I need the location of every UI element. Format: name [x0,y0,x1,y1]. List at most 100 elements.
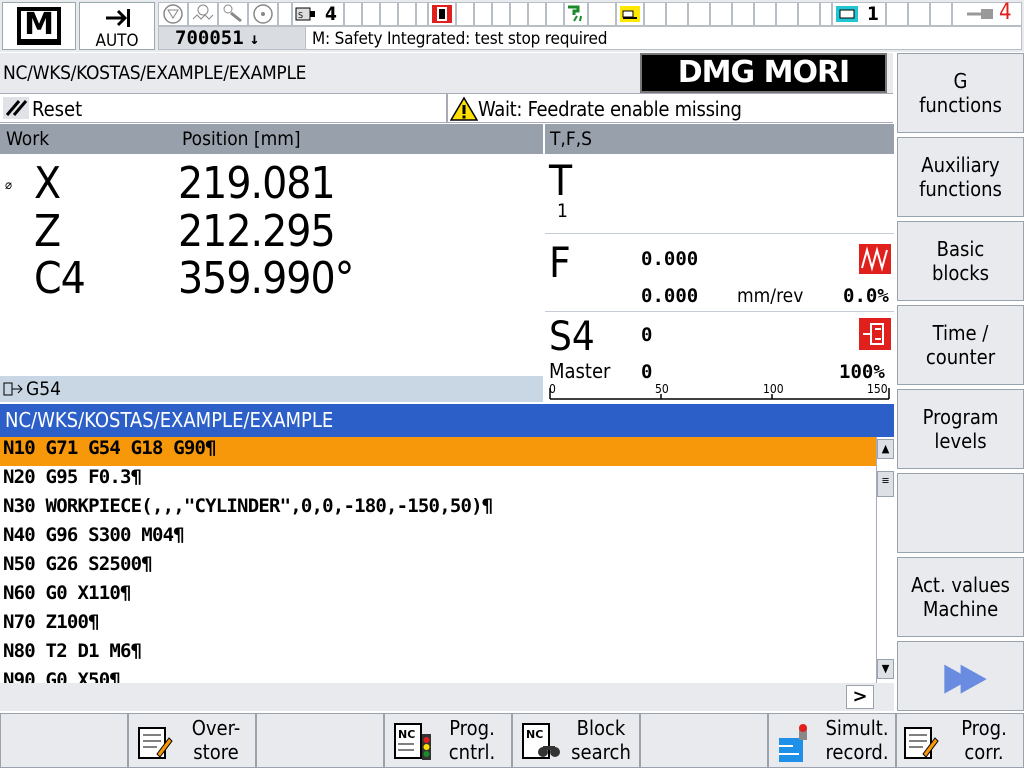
tfs-title: T,F,S [550,128,592,150]
softkey-simult-record[interactable]: Simult. record. [768,713,896,768]
door-alarm-icon [432,5,452,23]
axis-x-value: 219.081 [178,158,336,209]
softkey-overstore[interactable]: Over- store [128,713,256,768]
program-line[interactable]: N70 Z100¶ [0,611,876,640]
program-control-icon: NC [394,723,431,760]
auto-arrow-icon [106,9,130,27]
frame-icon [3,382,23,396]
door-alarm-cell [428,2,456,26]
steering-wheel-icon [253,4,273,24]
feed-icon [192,4,214,20]
softkey-act-values-machine[interactable]: Act. values Machine [897,557,1024,637]
svg-text:S: S [298,11,303,20]
spindle-status: S 4 [292,2,344,26]
auto-mode-indicator[interactable]: AUTO [79,2,155,51]
spindle-icon: S [295,7,315,21]
softkey-next[interactable]: ▶▶ [897,641,1024,711]
horizontal-scrollbar [0,683,894,711]
tfs-header: T,F,S [545,124,894,154]
next-arrows-icon: ▶▶ [944,654,986,698]
program-correction-icon [904,727,939,759]
steering-icon-cell [248,2,278,26]
program-line[interactable]: N40 G96 S300 M04¶ [0,524,876,553]
overstore-icon [138,727,173,759]
turret-icon [967,9,993,19]
program-editor[interactable]: N10 G71 G54 G18 G90¶ N20 G95 F0.3¶ N30 W… [0,437,876,683]
softkey-auxiliary-functions[interactable]: Auxiliary functions [897,137,1024,217]
program-line[interactable]: N50 G26 S2500¶ [0,553,876,582]
feed-label: F [549,238,571,287]
softkey-h3[interactable] [256,713,384,768]
program-line[interactable]: N80 T2 D1 M6¶ [0,640,876,669]
block-search-icon: NC [522,723,560,759]
softkey-g-functions[interactable]: G functions [897,53,1024,133]
stop-icon-cell [158,2,188,26]
program-line[interactable]: N20 G95 F0.3¶ [0,466,876,495]
axis-count: 1 [867,3,879,25]
channel-num: 4 [325,3,337,25]
softkey-prog-corr[interactable]: Prog. corr. [896,713,1024,768]
dmg-mori-logo: DMG MORI [640,53,887,93]
axis-c4-name: C4 [34,253,86,304]
position-header: Work Position [mm] [0,124,543,154]
scroll-up-button[interactable]: ▲ [877,439,894,459]
simultaneous-recording-icon [779,724,807,762]
axis-icon [836,6,858,22]
spindle-label: S4 [549,314,595,360]
svg-text:NC: NC [398,728,415,741]
master-value: 0 [641,361,653,383]
program-path: NC/WKS/KOSTAS/EXAMPLE/EXAMPLE [3,62,307,84]
axis-c4-value: 359.990° [178,253,354,304]
feed-actual: 0.000 [641,248,699,270]
program-line[interactable]: N60 G0 X110¶ [0,582,876,611]
spindle-scale [549,388,890,400]
channel-status-bar: Reset Wait: Feedrate enable missing [0,93,893,123]
softkey-h1[interactable] [0,713,128,768]
svg-text:NC: NC [526,728,543,741]
scroll-right-button[interactable]: > [846,685,874,709]
axis-x-name: X [34,158,61,209]
position-column-label: Position [mm] [182,128,301,150]
softkey-empty[interactable] [897,473,1024,553]
spindle-speed: 0 [641,324,653,346]
master-label: Master [549,359,611,383]
turret-cell: 4 [952,0,1022,26]
softkey-time-counter[interactable]: Time / counter [897,305,1024,385]
vertical-scrollbar[interactable]: ▲ ≡ ▼ [876,437,894,683]
scroll-down-button[interactable]: ▼ [877,659,894,679]
feed-unit: mm/rev [737,285,804,307]
chip-conveyor-cell [616,2,644,26]
work-offset-bar: G54 [0,376,543,402]
feed-icon-cell [188,2,218,26]
tfs-window: T 1 F 0.000 0.000 mm/rev 0.0% S4 0 Maste… [545,154,894,402]
softkey-h6[interactable] [640,713,768,768]
alarm-message[interactable]: M: Safety Integrated: test stop required [312,29,607,49]
feed-override: 0.0% [843,285,889,307]
axis-z-value: 212.295 [178,206,336,257]
softkey-prog-cntrl[interactable]: NC Prog. cntrl. [384,713,512,768]
tool-icon [223,4,242,23]
spindle-override-icon [859,318,891,350]
scale-150: 150 [867,382,888,396]
coolant-cell [564,2,588,26]
scroll-thumb[interactable]: ≡ [877,471,894,497]
program-line[interactable]: N90 G0 X50¶ [0,669,876,683]
tool-number: 1 [557,200,568,222]
softkey-block-search[interactable]: NC Block search [512,713,640,768]
reset-icon [3,97,29,119]
feed-setpoint: 0.000 [641,285,699,307]
softkey-program-levels[interactable]: Program levels [897,389,1024,469]
program-line-current[interactable]: N10 G71 G54 G18 G90¶ [0,437,876,466]
stop-icon [163,4,183,24]
machine-mode-icon[interactable]: M [2,2,76,50]
chip-conveyor-icon [620,6,640,22]
tool-label: T [549,156,573,205]
mode-label: AUTO [95,31,139,51]
program-line[interactable]: N30 WORKPIECE(,,,"CYLINDER",0,0,-180,-15… [0,495,876,524]
feed-override-icon [859,244,891,274]
work-offset: G54 [26,378,61,400]
wait-status: Wait: Feedrate enable missing [478,97,742,121]
program-number[interactable]: 700051 ↓ [158,26,306,50]
position-window: ⌀ X 219.081 Z 212.295 C4 359.990° [0,154,543,402]
softkey-basic-blocks[interactable]: Basic blocks [897,221,1024,301]
